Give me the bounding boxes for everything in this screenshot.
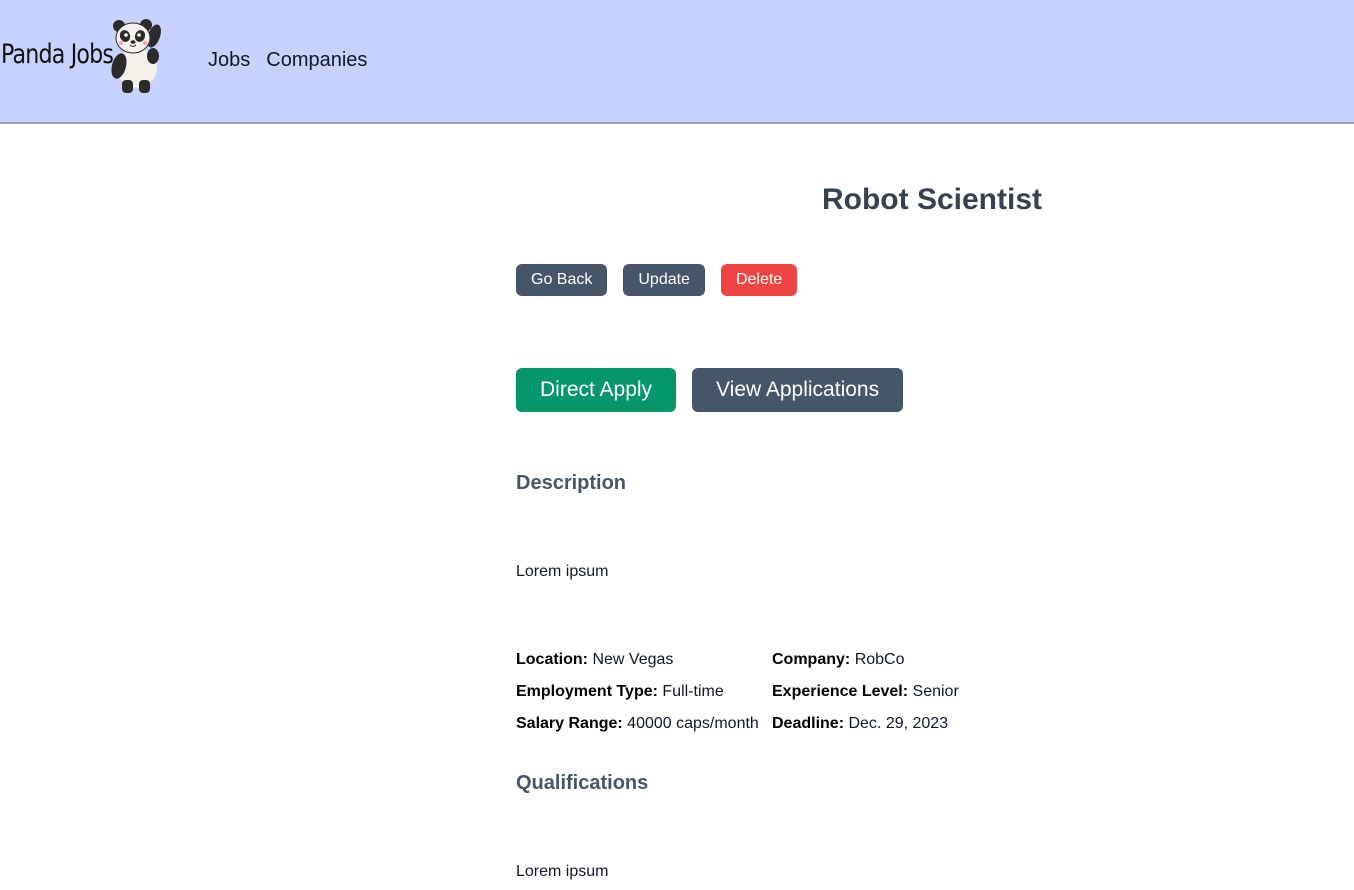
detail-value: RobCo [854, 651, 905, 668]
detail-value: Full-time [662, 683, 724, 700]
detail-deadline: Deadline: Dec. 29, 2023 [772, 713, 1012, 735]
detail-value: Senior [912, 683, 959, 700]
detail-value: Dec. 29, 2023 [848, 715, 949, 732]
detail-label: Company: [772, 651, 851, 668]
detail-label: Experience Level: [772, 683, 909, 700]
update-button[interactable]: Update [623, 264, 705, 296]
detail-label: Location: [516, 651, 588, 668]
detail-value: New Vegas [592, 651, 674, 668]
detail-label: Deadline: [772, 715, 845, 732]
detail-employment-type: Employment Type: Full-time [516, 681, 772, 703]
detail-company: Company: RobCo [772, 649, 1012, 671]
description-text: Lorem ipsum [516, 563, 609, 580]
nav-companies-link[interactable]: Companies [266, 47, 367, 73]
direct-apply-button[interactable]: Direct Apply [516, 368, 677, 412]
qualifications-heading: Qualifications [516, 772, 649, 794]
nav-jobs-link[interactable]: Jobs [208, 47, 250, 73]
application-actions: Direct Apply View Applications [516, 368, 904, 412]
brand-name: Panda Jobs [1, 38, 114, 70]
job-actions: Go Back Update Delete [516, 264, 798, 296]
qualifications-text: Lorem ipsum [516, 863, 609, 880]
job-details: Location: New Vegas Company: RobCo Emplo… [516, 649, 1012, 735]
detail-experience-level: Experience Level: Senior [772, 681, 1012, 703]
detail-salary-range: Salary Range: 40000 caps/month [516, 713, 772, 735]
brand-link[interactable]: Panda Jobs [0, 14, 161, 94]
navbar: Panda Jobs Jobs Companies [0, 0, 1354, 124]
job-title: Robot Scientist [821, 183, 1042, 216]
delete-button[interactable]: Delete [720, 264, 798, 296]
detail-value: 40000 caps/month [627, 715, 759, 732]
go-back-button[interactable]: Go Back [516, 264, 608, 296]
description-heading: Description [516, 472, 627, 494]
main-nav: Jobs Companies [208, 47, 367, 73]
view-applications-button[interactable]: View Applications [692, 368, 904, 412]
detail-label: Salary Range: [516, 715, 623, 732]
panda-logo-icon [111, 19, 161, 93]
detail-location: Location: New Vegas [516, 649, 772, 671]
detail-label: Employment Type: [516, 683, 658, 700]
